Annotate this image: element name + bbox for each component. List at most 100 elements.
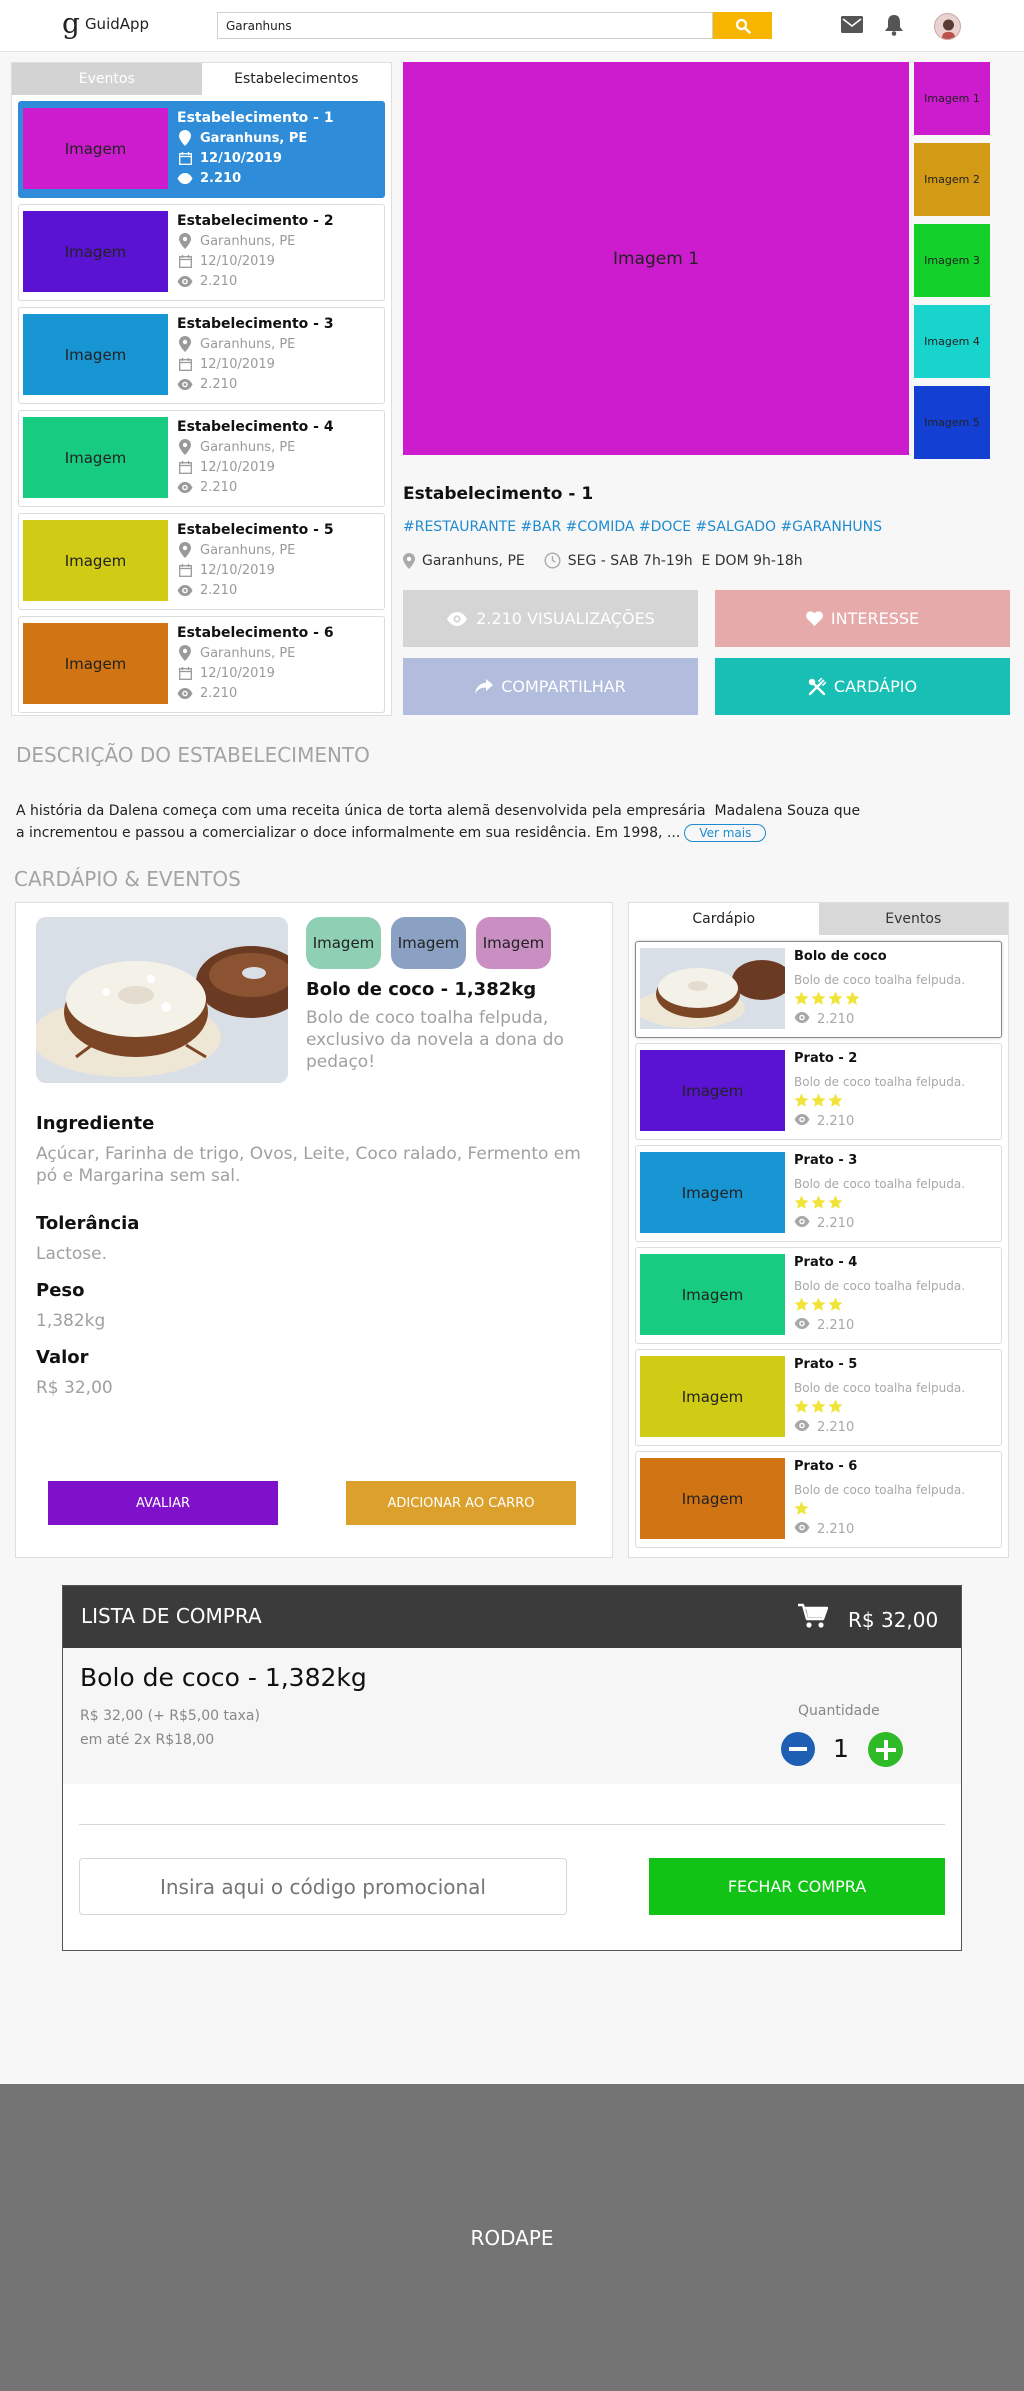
see-more-button[interactable]: Ver mais bbox=[684, 824, 767, 842]
footer: RODAPE bbox=[0, 2084, 1024, 2391]
establishment-card-date: 12/10/2019 bbox=[200, 253, 275, 269]
mail-icon[interactable] bbox=[841, 16, 863, 33]
interest-button[interactable]: INTERESSE bbox=[715, 590, 1010, 647]
calendar-icon bbox=[177, 562, 193, 578]
promo-code-input[interactable] bbox=[79, 1858, 567, 1915]
establishment-card[interactable]: Imagem Estabelecimento - 6 Garanhuns, PE 12… bbox=[18, 616, 385, 713]
quantity-increase-button[interactable] bbox=[868, 1732, 903, 1767]
establishment-card-location: Garanhuns, PE bbox=[200, 542, 296, 558]
dish-views: 2.210 bbox=[817, 1114, 855, 1129]
tab-cardapio[interactable]: Cardápio bbox=[629, 903, 819, 935]
main-image-label: Imagem 1 bbox=[612, 248, 700, 269]
gallery-thumbnail[interactable]: Imagem 2 bbox=[914, 143, 990, 216]
establishment-card-date: 12/10/2019 bbox=[200, 665, 275, 681]
establishment-card-date-row: 12/10/2019 bbox=[177, 150, 282, 166]
gallery-thumbnail[interactable]: Imagem 5 bbox=[914, 386, 990, 459]
dish-card[interactable]: Imagem Prato - 4 Bolo de coco toalha felpu… bbox=[635, 1247, 1002, 1344]
ingredients-label: Ingrediente bbox=[36, 1113, 155, 1134]
establishment-card-location-row: Garanhuns, PE bbox=[177, 233, 295, 249]
location-pin-icon bbox=[177, 233, 193, 249]
menu-button[interactable]: CARDÁPIO bbox=[715, 658, 1010, 715]
establishment-title: Estabelecimento - 1 bbox=[403, 484, 594, 504]
bell-icon[interactable] bbox=[884, 14, 904, 36]
establishment-image: Imagem bbox=[23, 520, 168, 601]
establishments-tabs: Eventos Estabelecimentos bbox=[12, 63, 391, 95]
quantity-value: 1 bbox=[833, 1734, 849, 1763]
establishment-card-views-row: 2.210 bbox=[177, 376, 237, 392]
dish-card[interactable]: Imagem Prato - 2 Bolo de coco toalha felpu… bbox=[635, 1043, 1002, 1140]
dish-views: 2.210 bbox=[817, 1318, 855, 1333]
user-avatar[interactable] bbox=[934, 13, 961, 40]
share-button-label: COMPARTILHAR bbox=[501, 677, 626, 696]
establishment-card-title: Estabelecimento - 5 bbox=[177, 522, 334, 538]
product-image-chip-3[interactable]: Imagem bbox=[476, 917, 551, 969]
establishment-card-title: Estabelecimento - 4 bbox=[177, 419, 334, 435]
establishment-card-location-row: Garanhuns, PE bbox=[177, 542, 295, 558]
search-input[interactable] bbox=[217, 12, 713, 39]
establishment-card-views-row: 2.210 bbox=[177, 685, 237, 701]
establishment-card-location: Garanhuns, PE bbox=[200, 130, 308, 146]
dish-card[interactable]: Bolo de coco Bolo de coco toalha felpuda.… bbox=[635, 941, 1002, 1038]
establishment-image: Imagem bbox=[23, 314, 168, 395]
app-name: GuidApp bbox=[84, 15, 150, 33]
tab-eventos-menu[interactable]: Eventos bbox=[818, 903, 1008, 935]
establishment-card-views: 2.210 bbox=[200, 170, 242, 186]
shopping-cart: LISTA DE COMPRA R$ 32,00 Bolo de coco - … bbox=[62, 1585, 962, 1951]
establishment-tags[interactable]: #RESTAURANTE #BAR #COMIDA #DOCE #SALGADO… bbox=[403, 519, 882, 535]
product-photo[interactable] bbox=[36, 917, 288, 1083]
star-icon bbox=[811, 1093, 826, 1112]
establishment-card-date-row: 12/10/2019 bbox=[177, 665, 275, 681]
tab-estabelecimentos[interactable]: Estabelecimentos bbox=[201, 63, 391, 95]
views-button-label: 2.210 VISUALIZAÇÕES bbox=[476, 609, 655, 628]
star-icon bbox=[794, 1093, 809, 1112]
description-line-2-text: a incrementou e passou a comercializar o… bbox=[16, 825, 681, 841]
calendar-icon bbox=[177, 665, 193, 681]
establishment-card-location: Garanhuns, PE bbox=[200, 336, 296, 352]
establishment-card[interactable]: Imagem Estabelecimento - 5 Garanhuns, PE 12… bbox=[18, 513, 385, 610]
menu-tabs: Cardápio Eventos bbox=[629, 903, 1008, 935]
dish-title: Prato - 6 bbox=[794, 1459, 858, 1474]
cart-total: R$ 32,00 bbox=[848, 1608, 939, 1632]
cart-divider bbox=[79, 1824, 945, 1825]
calendar-icon bbox=[177, 253, 193, 269]
ingredients-value: Açúcar, Farinha de trigo, Ovos, Leite, C… bbox=[36, 1144, 581, 1186]
dish-card[interactable]: Imagem Prato - 5 Bolo de coco toalha felpu… bbox=[635, 1349, 1002, 1446]
gallery-thumbnail[interactable]: Imagem 3 bbox=[914, 224, 990, 297]
dish-image: Imagem bbox=[640, 1152, 785, 1233]
views-button[interactable]: 2.210 VISUALIZAÇÕES bbox=[403, 590, 698, 647]
establishment-card[interactable]: Imagem Estabelecimento - 1 Garanhuns, PE 12… bbox=[18, 101, 385, 198]
establishment-card-location-row: Garanhuns, PE bbox=[177, 130, 307, 146]
rate-button[interactable]: AVALIAR bbox=[48, 1481, 278, 1525]
checkout-button[interactable]: FECHAR COMPRA bbox=[649, 1858, 945, 1915]
establishment-card-location: Garanhuns, PE bbox=[200, 439, 296, 455]
product-image-chip-2[interactable]: Imagem bbox=[391, 917, 466, 969]
dish-title: Prato - 4 bbox=[794, 1255, 858, 1270]
product-image-chip-1[interactable]: Imagem bbox=[306, 917, 381, 969]
star-icon bbox=[811, 1195, 826, 1214]
establishment-image: Imagem bbox=[23, 108, 168, 189]
dish-photo bbox=[640, 948, 785, 1029]
dish-card[interactable]: Imagem Prato - 6 Bolo de coco toalha felpu… bbox=[635, 1451, 1002, 1548]
location-pin-icon bbox=[177, 645, 193, 661]
dish-rating bbox=[794, 1501, 809, 1520]
tab-eventos[interactable]: Eventos bbox=[12, 63, 202, 95]
establishment-card[interactable]: Imagem Estabelecimento - 4 Garanhuns, PE 12… bbox=[18, 410, 385, 507]
establishment-card-location-row: Garanhuns, PE bbox=[177, 439, 295, 455]
add-to-cart-button[interactable]: ADICIONAR AO CARRO bbox=[346, 1481, 576, 1525]
description-line-1: A história da Dalena começa com uma rece… bbox=[16, 803, 861, 819]
dish-description: Bolo de coco toalha felpuda. bbox=[794, 1075, 966, 1089]
quantity-decrease-button[interactable] bbox=[781, 1732, 815, 1766]
gallery-thumbnail[interactable]: Imagem 4 bbox=[914, 305, 990, 378]
establishment-card[interactable]: Imagem Estabelecimento - 3 Garanhuns, PE 12… bbox=[18, 307, 385, 404]
dish-views-row: 2.210 bbox=[794, 1012, 854, 1027]
gallery-thumbnail[interactable]: Imagem 1 bbox=[914, 62, 990, 135]
search-button[interactable] bbox=[713, 12, 772, 39]
main-image[interactable]: Imagem 1 bbox=[403, 62, 909, 455]
share-button[interactable]: COMPARTILHAR bbox=[403, 658, 698, 715]
star-icon bbox=[845, 991, 860, 1010]
dish-image: Imagem bbox=[640, 1458, 785, 1539]
dish-card[interactable]: Imagem Prato - 3 Bolo de coco toalha felpu… bbox=[635, 1145, 1002, 1242]
establishment-card-views-row: 2.210 bbox=[177, 479, 237, 495]
establishment-card[interactable]: Imagem Estabelecimento - 2 Garanhuns, PE 12… bbox=[18, 204, 385, 301]
app-logo[interactable]: g GuidApp bbox=[62, 10, 149, 38]
